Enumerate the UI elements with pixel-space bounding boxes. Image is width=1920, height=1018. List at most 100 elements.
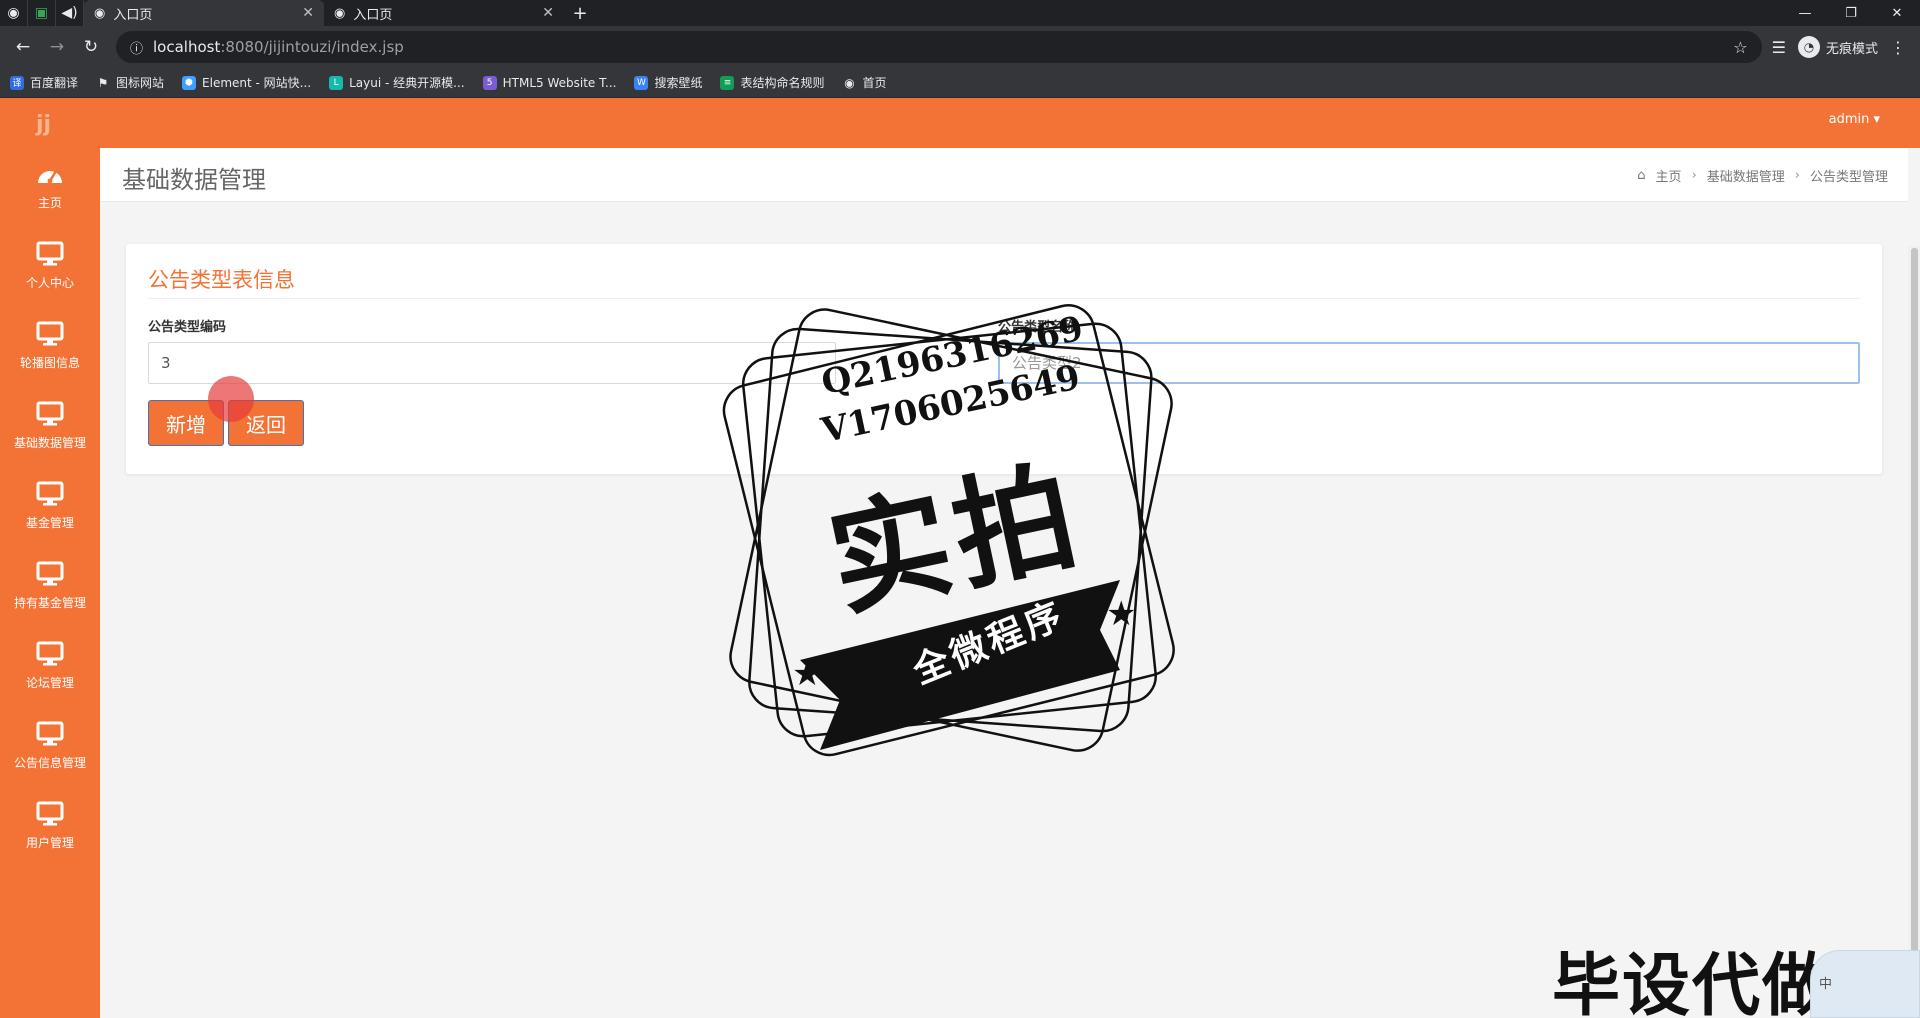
bookmark-item[interactable]: 译百度翻译	[10, 74, 78, 91]
monitor-icon	[36, 798, 64, 830]
bookmark-label: 搜索壁纸	[654, 76, 703, 90]
sidebar-item[interactable]: 轮播图信息	[0, 318, 100, 388]
sidebar-item[interactable]: 论坛管理	[0, 638, 100, 708]
sidebar-item[interactable]: 用户管理	[0, 798, 100, 868]
bookmark-label: 图标网站	[116, 76, 165, 90]
corner-watermark: 毕设代做	[1552, 947, 1833, 1018]
breadcrumb-separator: ›	[1794, 168, 1800, 183]
monitor-icon	[36, 638, 64, 670]
incognito-indicator[interactable]: ◔ 无痕模式	[1797, 36, 1878, 58]
arrow-left-icon: ←	[15, 37, 31, 57]
close-window-icon[interactable]: ✕	[1874, 0, 1920, 26]
speaker-icon: ◀)	[61, 5, 78, 21]
sidebar-item[interactable]: 公告信息管理	[0, 718, 100, 788]
browser-tab-strip: ◉ ▣ ◀) ◉ 入口页 ✕ ◉ 入口页 ✕ + — ❐ ✕	[0, 0, 1920, 26]
bookmarks-bar: 译百度翻译 ⚑ 图标网站 ⬢ Element - 网站快... L Layui - 经典开源…	[0, 68, 1920, 98]
window-controls: — ❐ ✕	[1782, 0, 1920, 26]
new-tab-button[interactable]: +	[564, 0, 596, 26]
breadcrumb-item[interactable]: 基础数据管理	[1707, 166, 1785, 185]
home-icon: ⌂	[1637, 168, 1646, 183]
sidebar-item-label: 个人中心	[25, 276, 74, 290]
bookmark-item[interactable]: ≡ 表结构命名规则	[720, 74, 824, 91]
code-field-label: 公告类型编码	[148, 320, 227, 335]
info-icon[interactable]: ⓘ	[130, 38, 143, 57]
minimize-icon[interactable]: —	[1782, 0, 1828, 26]
bookmark-item[interactable]: ◉ 首页	[842, 74, 886, 91]
sidebar-item-label: 轮播图信息	[19, 356, 80, 370]
monitor-icon	[36, 558, 64, 590]
bookmark-favicon-icon: L	[329, 75, 344, 90]
monitor-icon	[36, 238, 64, 270]
sidebar-item-label: 主页	[37, 196, 62, 210]
sidebar-item-label: 基础数据管理	[13, 436, 86, 450]
menu-kebab-icon[interactable]: ⋮	[1890, 38, 1906, 57]
scrollbar-thumb[interactable]	[1911, 248, 1918, 1018]
ime-label: 中	[1819, 977, 1833, 992]
sidebar-item[interactable]: 持有基金管理	[0, 558, 100, 628]
bookmark-favicon-icon: ≡	[720, 75, 735, 90]
globe-icon: ◉	[94, 5, 106, 21]
pinned-tab-audio[interactable]: ◀)	[56, 0, 84, 26]
bookmark-item[interactable]: L Layui - 经典开源模...	[329, 74, 465, 91]
close-tab-icon[interactable]: ✕	[542, 5, 554, 21]
browser-tab[interactable]: ◉ 入口页 ✕	[324, 0, 564, 26]
ime-badge: 中	[1810, 950, 1920, 1018]
sidebar-item-label: 持有基金管理	[13, 596, 86, 610]
forward-button[interactable]: →	[42, 32, 72, 62]
app-logo: jj	[36, 112, 52, 137]
user-menu[interactable]: admin ▾	[1829, 112, 1880, 127]
restore-icon[interactable]: ❐	[1828, 0, 1874, 26]
sidebar-item-label: 公告信息管理	[13, 756, 86, 770]
sidebar-item-label: 论坛管理	[25, 676, 74, 690]
bookmark-label: Layui - 经典开源模...	[349, 76, 465, 90]
breadcrumb-item: 公告类型管理	[1809, 170, 1888, 185]
bookmark-label: HTML5 Website T...	[502, 75, 617, 90]
sidebar: 主页个人中心轮播图信息基础数据管理基金管理持有基金管理 论坛管理公告信息管理用户管…	[0, 148, 100, 1018]
panel-title: 公告类型表信息	[148, 268, 295, 292]
browser-tab-active[interactable]: ◉ 入口页 ✕	[84, 0, 324, 26]
bookmark-star-icon[interactable]: ☆	[1733, 38, 1747, 57]
bookmark-item[interactable]: ⚑ 图标网站	[96, 74, 164, 91]
breadcrumb: ⌂ 主页 › 基础数据管理 › 公告类型管理	[1637, 166, 1888, 185]
monitor-icon	[36, 478, 64, 510]
bookmark-favicon-icon: 5	[482, 75, 497, 90]
incognito-icon: ◔	[1797, 36, 1820, 58]
sidebar-item[interactable]: 主页	[0, 158, 100, 228]
bookmark-label: Element - 网站快...	[202, 76, 312, 90]
bookmark-item[interactable]: 5 HTML5 Website T...	[482, 75, 617, 90]
sidebar-item[interactable]: 个人中心	[0, 238, 100, 308]
reading-list-icon[interactable]: ☰	[1772, 38, 1786, 57]
bookmark-item[interactable]: ⬢ Element - 网站快...	[182, 74, 311, 91]
dashboard-icon	[35, 158, 65, 190]
bookmark-favicon-icon: 译	[10, 75, 24, 90]
page-scrollbar[interactable]	[1908, 246, 1920, 1018]
arrow-right-icon: →	[49, 37, 65, 57]
url-host: localhost	[153, 38, 221, 56]
tab-title: 入口页	[353, 7, 393, 23]
breadcrumb-separator: ›	[1691, 168, 1697, 183]
sidebar-item[interactable]: 基金管理	[0, 478, 100, 548]
cursor-highlight	[208, 376, 254, 422]
pinned-tab-globe[interactable]: ◉	[0, 0, 28, 26]
bookmark-favicon-icon: ⬢	[182, 75, 197, 90]
address-bar[interactable]: ⓘ localhost:8080/jijintouzi/index.jsp ☆	[116, 31, 1762, 63]
back-button[interactable]: ←	[8, 32, 38, 62]
sidebar-item[interactable]: 基础数据管理	[0, 398, 100, 468]
bookmark-item[interactable]: W 搜索壁纸	[634, 74, 702, 91]
breadcrumb-item[interactable]: 主页	[1656, 166, 1682, 185]
sheet-icon: ▣	[34, 5, 49, 21]
page-title: 基础数据管理	[122, 166, 266, 194]
url-path: :8080/jijintouzi/index.jsp	[220, 38, 404, 56]
globe-icon: ◉	[7, 5, 20, 21]
pinned-tab-sheet[interactable]: ▣	[28, 0, 56, 26]
monitor-icon	[36, 718, 64, 750]
tab-title: 入口页	[113, 7, 153, 23]
close-tab-icon[interactable]: ✕	[302, 5, 314, 21]
monitor-icon	[36, 398, 64, 430]
content-header: 基础数据管理 ⌂ 主页 › 基础数据管理 › 公告类型管理	[100, 148, 1908, 202]
svg-text:★: ★	[1106, 594, 1136, 634]
reload-button[interactable]: ↻	[76, 32, 106, 62]
bookmark-label: 首页	[862, 76, 887, 90]
svg-text:★: ★	[792, 654, 822, 694]
bookmark-favicon-icon: ⚑	[97, 75, 109, 90]
